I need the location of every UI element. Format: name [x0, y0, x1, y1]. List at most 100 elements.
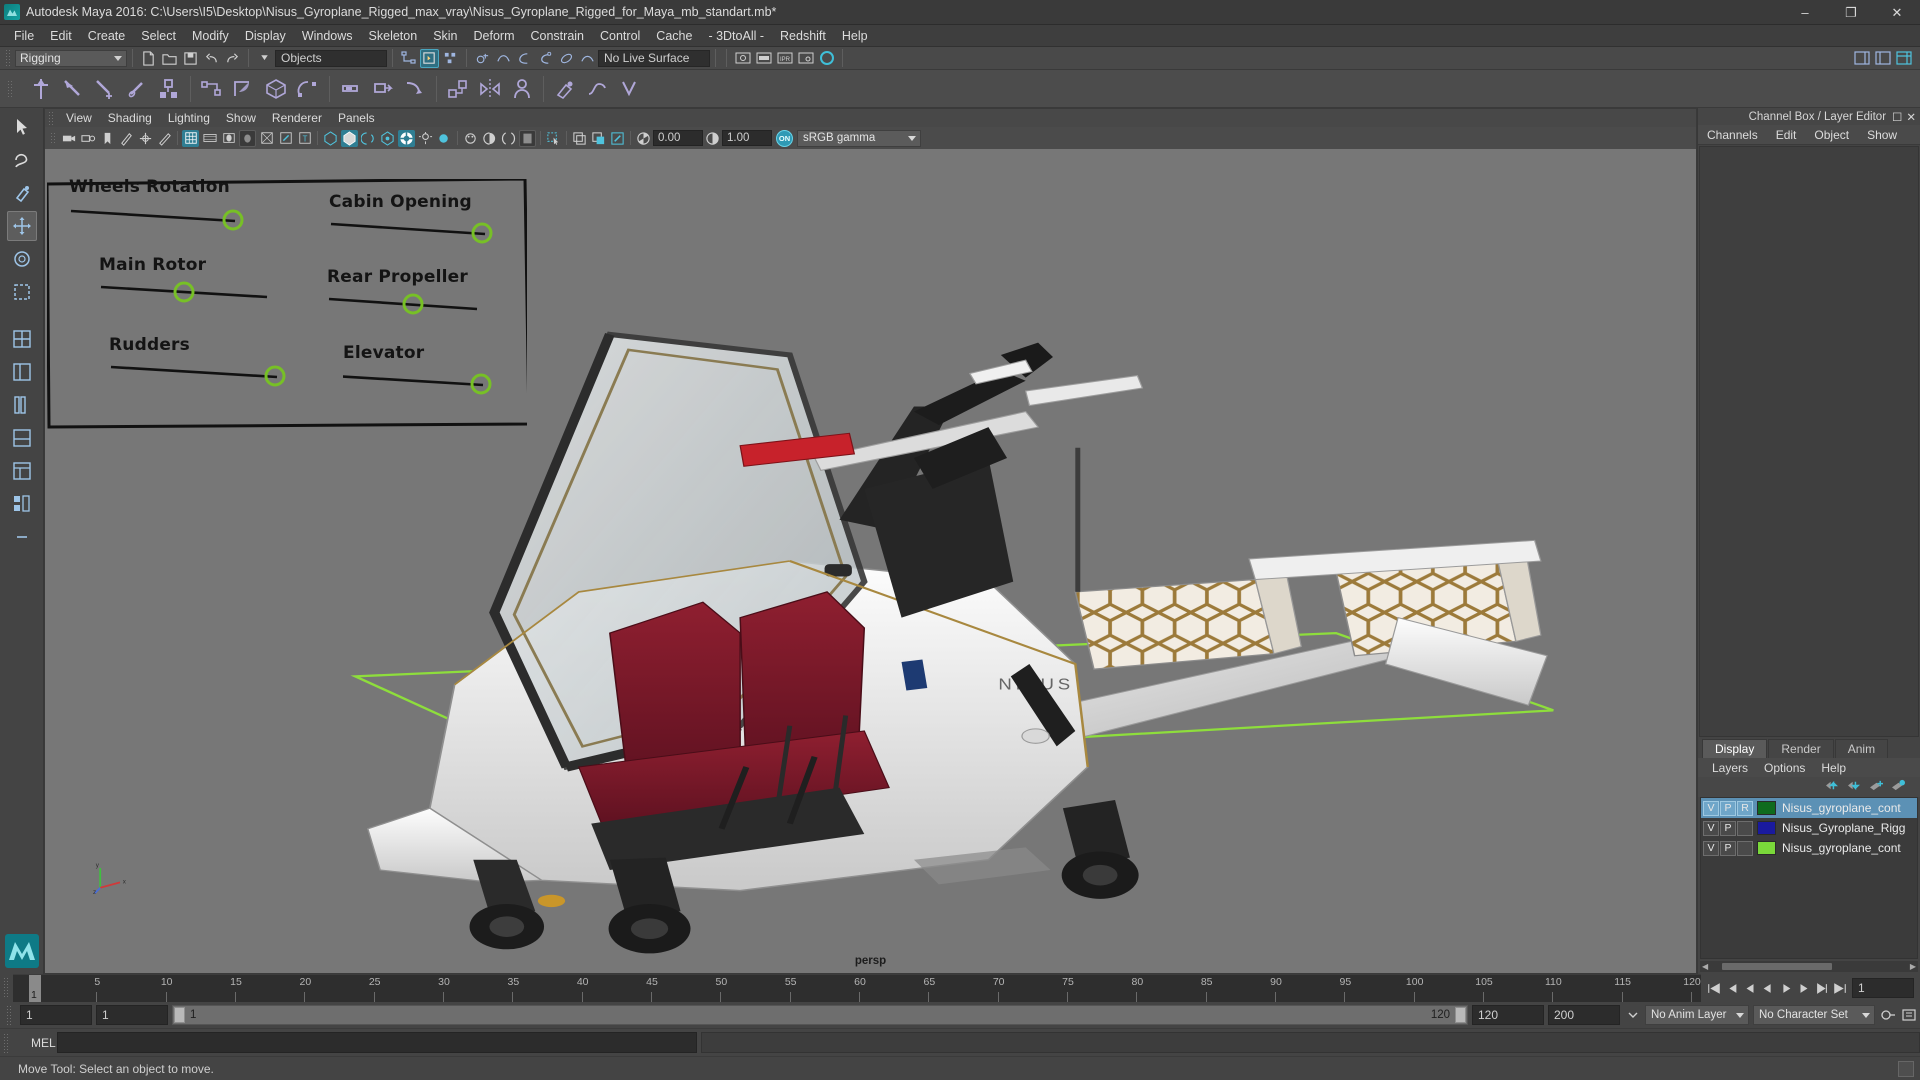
new-layer-from-selected-icon[interactable] [1891, 779, 1906, 795]
menu-3dtoall[interactable]: - 3DtoAll - [700, 27, 772, 45]
shading-smooth-icon[interactable] [341, 129, 358, 147]
layer-visibility-toggle[interactable]: V [1703, 800, 1719, 816]
render-settings-icon[interactable] [796, 49, 815, 68]
mirror-joints-icon[interactable] [475, 74, 505, 104]
gamma-icon[interactable] [704, 130, 721, 147]
tab-display[interactable]: Display [1702, 739, 1768, 758]
snap-point-icon[interactable] [515, 49, 534, 68]
shading-texture-icon[interactable] [398, 129, 415, 147]
layout-hypershade-icon[interactable] [7, 456, 37, 486]
redo-icon[interactable] [223, 49, 242, 68]
sidebar-toggle-tool-settings-icon[interactable] [1873, 49, 1892, 68]
exposure-icon[interactable] [635, 130, 652, 147]
joint-tool-icon[interactable] [26, 74, 56, 104]
toggle-resolution-gate-icon[interactable] [220, 130, 237, 147]
play-backwards-icon[interactable] [1759, 980, 1776, 997]
gamma-value-field[interactable]: 1.00 [722, 130, 772, 146]
layout-persp-graph-icon[interactable] [7, 423, 37, 453]
toggle-xray-joints-icon[interactable] [277, 130, 294, 147]
layout-four-view-icon[interactable] [7, 324, 37, 354]
constraint-icon[interactable] [122, 74, 152, 104]
sidebar-toggle-channel-box-icon[interactable] [1894, 49, 1913, 68]
range-slider-bar[interactable]: 1 120 [172, 1005, 1468, 1025]
current-frame-field[interactable]: 1 [1852, 978, 1914, 998]
interactive-bind-icon[interactable] [614, 74, 644, 104]
scroll-left-icon[interactable]: ◀ [1700, 962, 1710, 971]
sidebar-toggle-attribute-editor-icon[interactable] [1852, 49, 1871, 68]
layer-color-swatch[interactable] [1757, 841, 1776, 855]
blend-shape-icon[interactable] [293, 74, 323, 104]
tool-scale-icon[interactable] [7, 277, 37, 307]
layer-playback-toggle[interactable]: P [1720, 800, 1736, 816]
bake-animation-icon[interactable] [400, 74, 430, 104]
play-forwards-icon[interactable] [1777, 980, 1794, 997]
menu-deform[interactable]: Deform [466, 27, 523, 45]
table-row[interactable]: V P R Nisus_gyroplane_cont [1701, 798, 1917, 818]
skin-bind-icon[interactable] [154, 74, 184, 104]
shelf-grip[interactable] [7, 79, 14, 98]
step-forward-frame-icon[interactable] [1795, 980, 1812, 997]
time-slider-grip[interactable] [3, 977, 10, 999]
time-slider[interactable]: 1 5 10 15 20 25 30 35 40 45 50 55 60 65 70 75 80 85 90 95 1… [13, 974, 1701, 1002]
channel-box-menu-object[interactable]: Object [1805, 127, 1858, 143]
toolbar-grip[interactable] [5, 49, 12, 67]
range-end-field[interactable]: 120 [1472, 1005, 1544, 1025]
cluster-deformer-icon[interactable] [229, 74, 259, 104]
viewport-menu-grip[interactable] [48, 111, 55, 125]
minimize-button[interactable]: – [1782, 0, 1828, 25]
layout-single-icon[interactable] [7, 390, 37, 420]
channel-box-attribute-list[interactable] [1699, 146, 1919, 737]
menu-windows[interactable]: Windows [294, 27, 361, 45]
viewport-menu-shading[interactable]: Shading [100, 110, 160, 126]
playblast-icon[interactable] [368, 74, 398, 104]
help-line-toggle-icon[interactable] [1898, 1060, 1914, 1077]
toggle-gate-mask-icon[interactable] [239, 129, 256, 147]
menu-display[interactable]: Display [237, 27, 294, 45]
command-line-grip[interactable] [3, 1032, 10, 1053]
table-row[interactable]: V P Nisus_gyroplane_cont [1701, 838, 1917, 858]
layer-menu-layers[interactable]: Layers [1704, 760, 1756, 776]
layout-persp-outliner-icon[interactable] [7, 357, 37, 387]
make-live-icon[interactable] [578, 49, 597, 68]
viewport-menu-panels[interactable]: Panels [330, 110, 383, 126]
snap-curve-icon[interactable] [494, 49, 513, 68]
layer-visibility-toggle[interactable]: V [1703, 840, 1719, 856]
shadows-icon[interactable] [436, 130, 453, 147]
layer-display-type-toggle[interactable] [1737, 820, 1753, 836]
toggle-grid-icon[interactable] [182, 129, 199, 147]
toggle-xray-icon[interactable] [258, 130, 275, 147]
tool-lasso-icon[interactable] [7, 145, 37, 175]
menu-control[interactable]: Control [592, 27, 648, 45]
anim-start-field[interactable]: 1 [96, 1005, 168, 1025]
range-slider-grip[interactable] [6, 1005, 13, 1025]
animation-preferences-icon[interactable] [1900, 1007, 1917, 1024]
exposure-value-field[interactable]: 0.00 [653, 130, 703, 146]
playback-end-field[interactable]: 200 [1548, 1005, 1620, 1025]
range-start-handle[interactable] [174, 1007, 185, 1023]
toggle-text-icon[interactable]: T [296, 130, 313, 147]
snap-view-plane-icon[interactable] [557, 49, 576, 68]
layer-playback-toggle[interactable]: P [1720, 820, 1736, 836]
anim-layer-selector[interactable]: No Anim Layer [1645, 1005, 1749, 1025]
bookmark-icon[interactable] [99, 130, 116, 147]
maximize-button[interactable]: ❐ [1828, 0, 1874, 25]
ik-handle-tool-icon[interactable] [58, 74, 88, 104]
menu-select[interactable]: Select [133, 27, 184, 45]
layer-menu-options[interactable]: Options [1756, 760, 1813, 776]
tool-select-icon[interactable] [7, 112, 37, 142]
viewport-menu-view[interactable]: View [58, 110, 100, 126]
tab-anim[interactable]: Anim [1834, 739, 1889, 758]
lattice-deformer-icon[interactable] [197, 74, 227, 104]
menu-redshift[interactable]: Redshift [772, 27, 834, 45]
shading-hardware-texture-icon[interactable] [379, 130, 396, 147]
move-layer-up-icon[interactable] [1825, 779, 1840, 795]
scroll-right-icon[interactable]: ▶ [1908, 962, 1918, 971]
anti-aliasing-icon[interactable] [500, 130, 517, 147]
motion-blur-icon[interactable] [481, 130, 498, 147]
viewport-menu-renderer[interactable]: Renderer [264, 110, 330, 126]
image-plane-icon[interactable] [118, 130, 135, 147]
character-set-selector[interactable]: No Character Set [1753, 1005, 1875, 1025]
pose-library-icon[interactable] [443, 74, 473, 104]
screen-space-ao-icon[interactable] [462, 130, 479, 147]
layer-name[interactable]: Nisus_gyroplane_cont [1782, 801, 1901, 815]
